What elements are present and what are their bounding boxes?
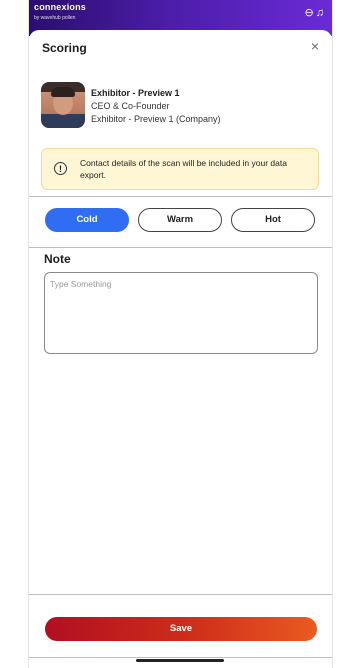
chat-icon[interactable]: ⊖ — [305, 7, 316, 19]
avatar-hair — [51, 87, 75, 97]
sheet-title: Scoring — [42, 41, 87, 55]
note-input[interactable] — [44, 272, 318, 354]
export-notice: ! Contact details of the scan will be in… — [41, 148, 319, 190]
close-icon[interactable]: × — [311, 38, 319, 54]
temperature-hot-button[interactable]: Hot — [231, 208, 315, 232]
avatar-shirt — [43, 115, 83, 128]
avatar — [41, 82, 85, 128]
brand-sponsor-text: by wavehub pollen — [34, 15, 76, 21]
contact-role: CEO & Co-Founder — [91, 101, 170, 111]
note-label: Note — [44, 252, 71, 266]
brand-logo-text: connexions — [34, 2, 87, 12]
contact-company: Exhibitor - Preview 1 (Company) — [91, 114, 221, 124]
home-indicator — [136, 659, 224, 662]
bell-icon[interactable]: ♫ — [316, 7, 326, 19]
info-icon: ! — [54, 162, 67, 175]
save-button[interactable]: Save — [45, 617, 317, 641]
app-screen: connexions by wavehub pollen ⊖♫ Scoring … — [29, 0, 332, 668]
temperature-warm-button[interactable]: Warm — [138, 208, 222, 232]
contact-name: Exhibitor - Preview 1 — [91, 88, 180, 98]
header-icons: ⊖♫ — [305, 6, 326, 19]
scoring-sheet: Scoring × Exhibitor - Preview 1 CEO & Co… — [29, 30, 332, 668]
export-notice-text: Contact details of the scan will be incl… — [80, 158, 287, 180]
temperature-cold-button[interactable]: Cold — [45, 208, 129, 232]
